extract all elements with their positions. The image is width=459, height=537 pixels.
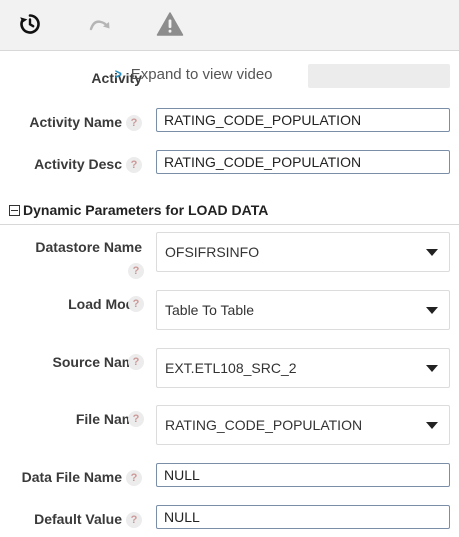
- data-file-name-input[interactable]: [156, 463, 450, 487]
- datastore-name-value: OFSIFRSINFO: [165, 244, 260, 260]
- activity-desc-label: Activity Desc?: [34, 156, 142, 174]
- file-name-select[interactable]: RATING_CODE_POPULATION: [156, 405, 450, 445]
- expand-video-text: Expand to view video: [130, 66, 273, 83]
- load-mode-value: Table To Table: [165, 302, 254, 318]
- caret-down-icon: [426, 422, 438, 429]
- redo-button[interactable]: [83, 8, 117, 40]
- activity-desc-label-text: Activity Desc: [34, 156, 122, 172]
- activity-name-input[interactable]: [156, 108, 450, 132]
- help-icon[interactable]: ?: [126, 470, 142, 487]
- activity-name-label-text: Activity Name: [29, 114, 122, 130]
- history-icon: [20, 14, 40, 34]
- data-file-name-label: Data File Name?: [21, 469, 142, 487]
- help-icon[interactable]: ?: [128, 263, 144, 279]
- toolbar: [0, 0, 459, 51]
- help-icon[interactable]: ?: [128, 354, 144, 370]
- activity-name-label: Activity Name?: [29, 114, 142, 132]
- section-header[interactable]: Dynamic Parameters for LOAD DATA: [9, 202, 268, 218]
- help-icon[interactable]: ?: [128, 411, 144, 427]
- activity-desc-input[interactable]: [156, 150, 450, 174]
- datastore-name-label: Datastore Name: [35, 239, 142, 255]
- expand-video-link[interactable]: > Expand to view video: [114, 66, 273, 83]
- caret-down-icon: [426, 365, 438, 372]
- source-name-value: EXT.ETL108_SRC_2: [165, 360, 297, 376]
- file-name-value: RATING_CODE_POPULATION: [165, 417, 363, 433]
- load-mode-select[interactable]: Table To Table: [156, 290, 450, 330]
- data-file-name-label-text: Data File Name: [21, 469, 122, 485]
- default-value-label-text: Default Value: [34, 511, 122, 527]
- datastore-name-select[interactable]: OFSIFRSINFO: [156, 232, 450, 272]
- caret-down-icon: [426, 249, 438, 256]
- default-value-input[interactable]: [156, 505, 450, 529]
- warning-button[interactable]: [153, 8, 187, 40]
- help-icon[interactable]: ?: [128, 296, 144, 312]
- default-value-label: Default Value?: [34, 511, 142, 529]
- warning-icon: [156, 12, 184, 36]
- video-placeholder: [308, 64, 450, 88]
- history-button[interactable]: [13, 8, 47, 40]
- section-title: Dynamic Parameters for LOAD DATA: [23, 202, 269, 218]
- collapse-icon[interactable]: [9, 205, 20, 216]
- section-divider: [0, 224, 459, 225]
- caret-down-icon: [426, 307, 438, 314]
- help-icon[interactable]: ?: [126, 512, 142, 529]
- source-name-select[interactable]: EXT.ETL108_SRC_2: [156, 348, 450, 388]
- help-icon[interactable]: ?: [126, 115, 142, 132]
- help-icon[interactable]: ?: [126, 157, 142, 174]
- redo-icon: [89, 20, 110, 31]
- chevron-right-icon: >: [114, 66, 122, 83]
